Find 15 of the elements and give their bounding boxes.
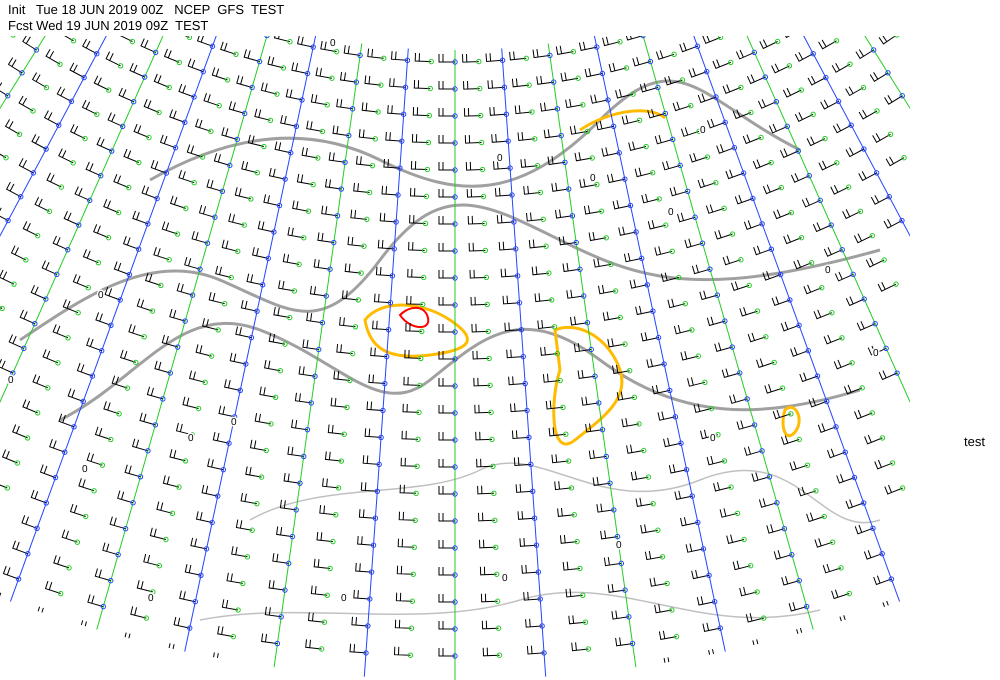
contour-label: 0 xyxy=(98,290,104,301)
contour-label: 0 xyxy=(710,433,716,444)
contour-label: 0 xyxy=(330,38,336,49)
forecast-time-line: Fcst Wed 19 JUN 2019 09Z TEST xyxy=(8,18,208,33)
contour-label: 0 xyxy=(82,464,88,475)
contour-label: 0 xyxy=(188,433,194,444)
contour-label: 0 xyxy=(497,153,503,164)
side-label: test xyxy=(964,434,985,449)
contour-label: 0 xyxy=(341,593,347,604)
contour-label: 0 xyxy=(148,593,154,604)
contour-label: 0 xyxy=(825,265,831,276)
contour-label: 0 xyxy=(502,573,508,584)
init-time-line: Init Tue 18 JUN 2019 00Z NCEP GFS TEST xyxy=(8,2,284,17)
contour-label: 0 xyxy=(590,173,596,184)
contour-label: 0 xyxy=(668,207,674,218)
